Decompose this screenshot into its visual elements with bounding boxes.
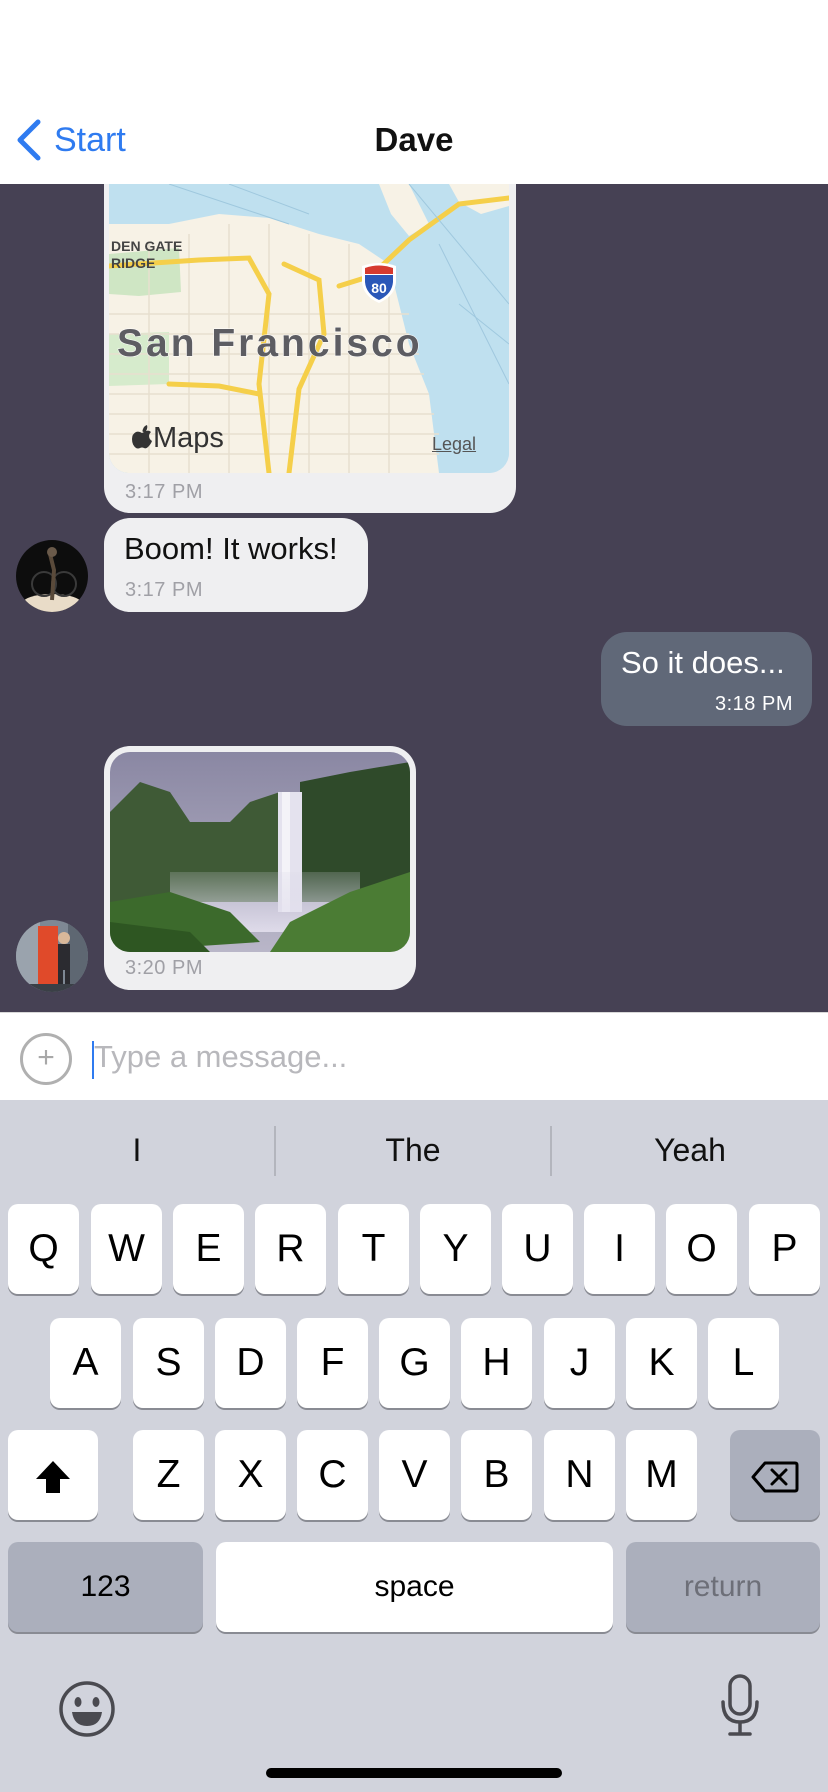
page-title: Dave — [374, 121, 454, 158]
message-time: 3:18 PM — [715, 693, 793, 715]
apple-logo-icon — [132, 425, 152, 449]
key-g[interactable]: G — [379, 1318, 450, 1408]
avatar-image — [16, 920, 88, 992]
key-s[interactable]: S — [133, 1318, 204, 1408]
key-t[interactable]: T — [338, 1204, 409, 1294]
message-text: So it does... — [621, 645, 785, 680]
suggestion[interactable]: I — [0, 1120, 274, 1180]
key-w[interactable]: W — [91, 1204, 162, 1294]
navigation-bar: Start Dave — [0, 0, 828, 184]
suggestion[interactable]: Yeah — [552, 1120, 828, 1180]
predictive-suggestions: I The Yeah — [0, 1100, 828, 1200]
key-y[interactable]: Y — [420, 1204, 491, 1294]
key-p[interactable]: P — [749, 1204, 820, 1294]
delete-key[interactable] — [730, 1430, 820, 1520]
legal-link[interactable]: Legal — [432, 434, 476, 455]
message-text: Boom! It works! — [124, 531, 338, 566]
key-x[interactable]: X — [215, 1430, 286, 1520]
key-r[interactable]: R — [255, 1204, 326, 1294]
message-input[interactable] — [90, 1027, 790, 1087]
microphone-icon[interactable] — [720, 1674, 760, 1738]
highway-shield-icon: 80 — [362, 263, 396, 303]
key-f[interactable]: F — [297, 1318, 368, 1408]
avatar[interactable] — [16, 540, 88, 612]
waterfall-photo[interactable] — [110, 752, 410, 952]
map-city-label: San Francisco — [117, 322, 423, 366]
bridge-label: DEN GATE RIDGE — [111, 238, 183, 271]
key-h[interactable]: H — [461, 1318, 532, 1408]
key-v[interactable]: V — [379, 1430, 450, 1520]
avatar-image — [16, 540, 88, 612]
avatar[interactable] — [16, 920, 88, 992]
message-time: 3:20 PM — [125, 957, 203, 979]
text-cursor — [92, 1041, 94, 1079]
key-l[interactable]: L — [708, 1318, 779, 1408]
suggestion[interactable]: The — [276, 1120, 550, 1180]
space-key[interactable]: space — [216, 1542, 613, 1632]
message-time: 3:17 PM — [125, 579, 203, 601]
return-key[interactable]: return — [626, 1542, 820, 1632]
key-i[interactable]: I — [584, 1204, 655, 1294]
key-n[interactable]: N — [544, 1430, 615, 1520]
key-b[interactable]: B — [461, 1430, 532, 1520]
message-time: 3:17 PM — [125, 481, 203, 503]
key-q[interactable]: Q — [8, 1204, 79, 1294]
photo-image — [110, 752, 410, 952]
key-j[interactable]: J — [544, 1318, 615, 1408]
numbers-key[interactable]: 123 — [8, 1542, 203, 1632]
map-preview[interactable]: DEN GATE RIDGE 80 San Francisco Maps Leg… — [109, 184, 509, 473]
key-u[interactable]: U — [502, 1204, 573, 1294]
home-indicator[interactable] — [266, 1768, 562, 1778]
keyboard: I The Yeah Q W E R T Y U I O P A S D F G… — [0, 1100, 828, 1792]
emoji-icon[interactable] — [58, 1680, 116, 1738]
shift-icon — [36, 1460, 70, 1493]
key-m[interactable]: M — [626, 1430, 697, 1520]
plus-circle-icon[interactable]: + — [20, 1033, 72, 1085]
maps-brand: Maps — [131, 422, 224, 455]
key-z[interactable]: Z — [133, 1430, 204, 1520]
message-list[interactable]: DEN GATE RIDGE 80 San Francisco Maps Leg… — [0, 184, 828, 1012]
composer-bar: + — [0, 1012, 828, 1100]
svg-text:80: 80 — [371, 280, 387, 296]
key-d[interactable]: D — [215, 1318, 286, 1408]
shift-key[interactable] — [8, 1430, 98, 1520]
key-e[interactable]: E — [173, 1204, 244, 1294]
key-k[interactable]: K — [626, 1318, 697, 1408]
key-c[interactable]: C — [297, 1430, 368, 1520]
key-a[interactable]: A — [50, 1318, 121, 1408]
key-o[interactable]: O — [666, 1204, 737, 1294]
delete-icon — [751, 1461, 799, 1493]
